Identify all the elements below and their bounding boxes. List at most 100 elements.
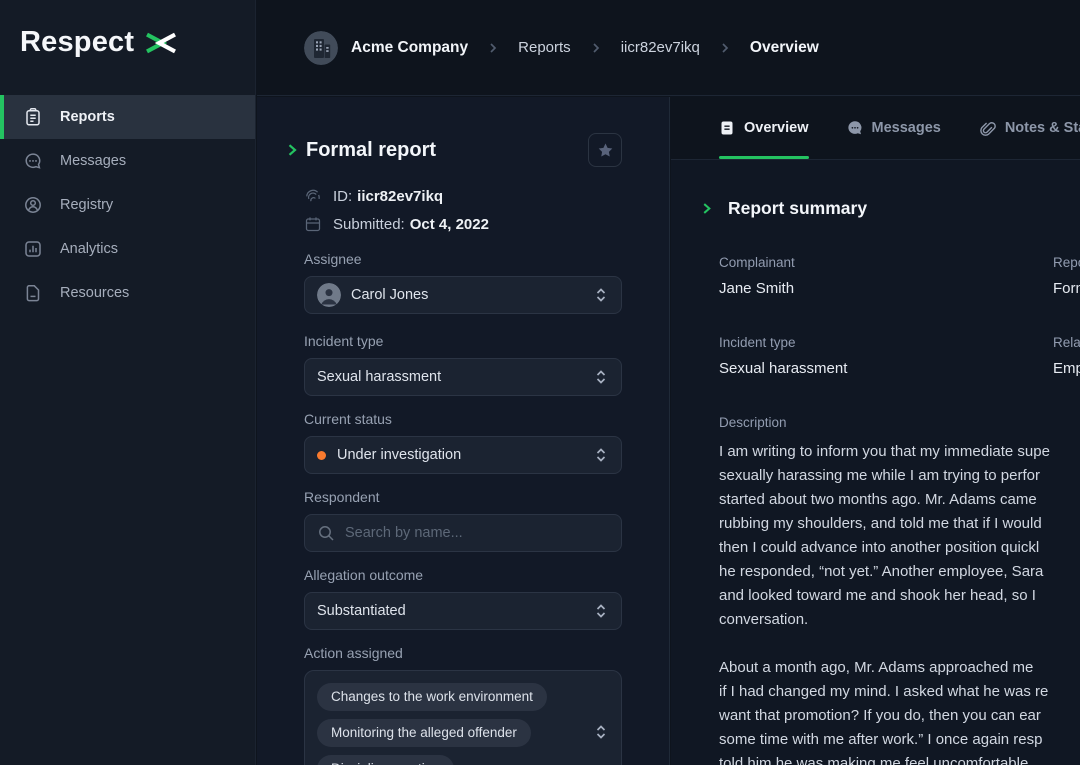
- tab-label: Overview: [744, 120, 809, 136]
- description-line: want that promotion? If you do, then you…: [719, 704, 1080, 728]
- description-paragraph-1: I am writing to inform you that my immed…: [719, 440, 1080, 632]
- summary-field: Relationship Employee: [1053, 334, 1080, 378]
- report-id-value: iicr82ev7ikq: [357, 188, 443, 205]
- current-status-value: Under investigation: [337, 447, 461, 463]
- description-line: then I could advance into another positi…: [719, 536, 1080, 560]
- collapse-chevron-icon[interactable]: [701, 202, 713, 215]
- resources-icon: [23, 283, 43, 303]
- description-line: started about two months ago. Mr. Adams …: [719, 488, 1080, 512]
- description-line: conversation.: [719, 608, 1080, 632]
- breadcrumb-reports[interactable]: Reports: [518, 39, 571, 56]
- report-summary-section: Report summary Complainant Jane Smith Re…: [671, 160, 1080, 765]
- field-value: Formal: [1053, 280, 1080, 298]
- description-line: I am writing to inform you that my immed…: [719, 440, 1080, 464]
- sidebar: Respect Reports: [0, 0, 256, 765]
- tab-notes-statements[interactable]: Notes & Statements: [979, 97, 1080, 159]
- submitted-value: Oct 4, 2022: [410, 216, 489, 233]
- allegation-outcome-select[interactable]: Substantiated: [304, 592, 622, 630]
- reports-icon: [23, 107, 43, 127]
- current-status-label: Current status: [304, 411, 622, 428]
- search-icon: [317, 524, 335, 542]
- sidebar-item-reports[interactable]: Reports: [0, 95, 255, 139]
- field-value: Employee: [1053, 360, 1080, 378]
- collapse-chevron-icon[interactable]: [286, 143, 299, 157]
- respondent-search[interactable]: [304, 514, 622, 552]
- field-label: Report type: [1053, 254, 1080, 271]
- chevron-up-down-icon: [593, 368, 609, 386]
- description-line: sexually harassing me while I am trying …: [719, 464, 1080, 488]
- chevron-up-down-icon: [593, 602, 609, 620]
- favorite-button[interactable]: [588, 133, 622, 167]
- submitted-label: Submitted:: [333, 216, 405, 233]
- submitted-row: Submitted: Oct 4, 2022: [304, 215, 622, 233]
- chevron-right-icon: [487, 42, 499, 54]
- calendar-icon: [304, 215, 322, 233]
- sidebar-item-label: Registry: [60, 197, 113, 213]
- company-avatar: [304, 31, 338, 65]
- report-title: Formal report: [306, 139, 436, 162]
- action-assigned-multiselect[interactable]: Changes to the work environment Monitori…: [304, 670, 622, 765]
- current-status-select[interactable]: Under investigation: [304, 436, 622, 474]
- assignee-avatar: [317, 283, 341, 307]
- summary-field: Report type Formal: [1053, 254, 1080, 298]
- breadcrumb-company[interactable]: Acme Company: [351, 39, 468, 57]
- sidebar-item-label: Analytics: [60, 241, 118, 257]
- tab-label: Messages: [872, 120, 941, 136]
- chevron-up-down-icon: [593, 286, 609, 304]
- chevron-up-down-icon: [593, 446, 609, 464]
- brand-x-icon: [143, 29, 179, 57]
- incident-type-label: Incident type: [304, 333, 622, 350]
- assignee-label: Assignee: [304, 251, 622, 268]
- top-header: Acme Company Reports iicr82ev7ikq Overvi…: [257, 0, 1080, 96]
- assignee-value: Carol Jones: [351, 287, 428, 303]
- assignee-select[interactable]: Carol Jones: [304, 276, 622, 314]
- allegation-outcome-value: Substantiated: [317, 603, 406, 619]
- field-value: Sexual harassment: [719, 360, 1053, 378]
- action-tag[interactable]: Disciplinary action: [317, 755, 454, 765]
- report-id-row: ID: iicr82ev7ikq: [304, 187, 622, 205]
- tab-messages[interactable]: Messages: [847, 97, 941, 159]
- action-tag[interactable]: Monitoring the alleged offender: [317, 719, 531, 747]
- respondent-label: Respondent: [304, 489, 622, 506]
- sidebar-item-label: Messages: [60, 153, 126, 169]
- summary-field: Incident type Sexual harassment: [719, 334, 1053, 378]
- description-line: and looked toward me and shook her head,…: [719, 584, 1080, 608]
- app-window: Respect Reports: [0, 0, 1080, 765]
- field-value: Jane Smith: [719, 280, 1053, 298]
- chevron-right-icon: [719, 42, 731, 54]
- description-line: some time with me after work.” I once ag…: [719, 728, 1080, 752]
- brand-logo: Respect: [20, 26, 179, 59]
- description-line: told him he was making me feel uncomfort…: [719, 752, 1080, 765]
- description-line: he responded, “not yet.” Another employe…: [719, 560, 1080, 584]
- sidebar-item-registry[interactable]: Registry: [0, 183, 255, 227]
- tab-bar: Overview Messages Notes & Statements: [671, 97, 1080, 160]
- tab-overview[interactable]: Overview: [719, 97, 809, 159]
- breadcrumb-report-id[interactable]: iicr82ev7ikq: [621, 39, 700, 56]
- sidebar-item-messages[interactable]: Messages: [0, 139, 255, 183]
- respondent-search-input[interactable]: [345, 525, 609, 541]
- sidebar-item-analytics[interactable]: Analytics: [0, 227, 255, 271]
- status-dot-icon: [317, 451, 326, 460]
- description-line: About a month ago, Mr. Adams approached …: [719, 656, 1080, 680]
- analytics-icon: [23, 239, 43, 259]
- summary-title: Report summary: [728, 198, 867, 219]
- description-label: Description: [719, 414, 1080, 431]
- sidebar-item-label: Reports: [60, 109, 115, 125]
- chevron-up-down-icon: [593, 723, 609, 741]
- incident-type-value: Sexual harassment: [317, 369, 441, 385]
- registry-icon: [23, 195, 43, 215]
- sidebar-item-resources[interactable]: Resources: [0, 271, 255, 315]
- report-id-label: ID:: [333, 188, 352, 205]
- chevron-right-icon: [590, 42, 602, 54]
- action-tag[interactable]: Changes to the work environment: [317, 683, 547, 711]
- field-label: Incident type: [719, 334, 1053, 351]
- report-details-panel: Formal report ID: iicr82ev7ikq: [257, 97, 670, 765]
- breadcrumb-current-page: Overview: [750, 39, 819, 57]
- messages-icon: [23, 151, 43, 171]
- description-block: Description I am writing to inform you t…: [719, 414, 1080, 765]
- description-line: rubbing my shoulders, and told me that i…: [719, 512, 1080, 536]
- brand-name: Respect: [20, 26, 134, 59]
- description-paragraph-2: About a month ago, Mr. Adams approached …: [719, 656, 1080, 765]
- incident-type-select[interactable]: Sexual harassment: [304, 358, 622, 396]
- action-assigned-label: Action assigned: [304, 645, 622, 662]
